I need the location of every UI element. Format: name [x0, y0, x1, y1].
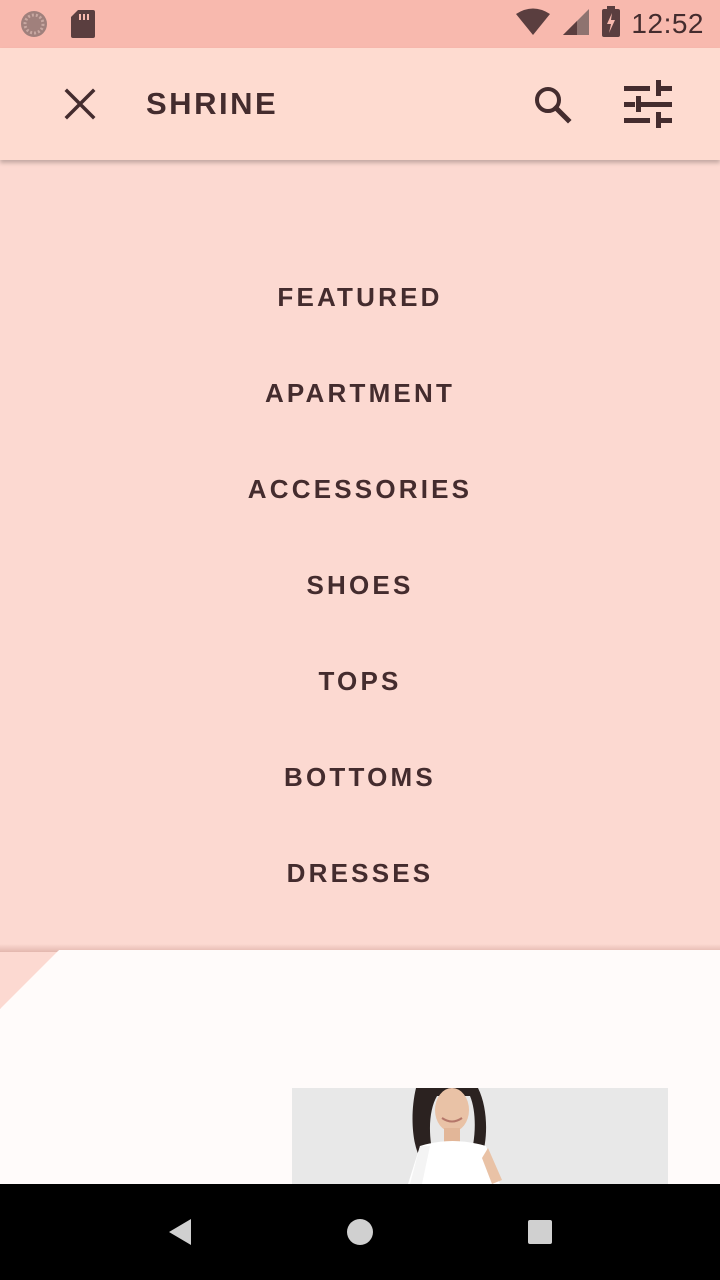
wifi-icon: [515, 8, 551, 41]
back-icon: [169, 1219, 191, 1245]
search-button[interactable]: [524, 76, 580, 132]
menu-item-apartment[interactable]: APARTMENT: [0, 373, 720, 413]
app-title: SHRINE: [146, 86, 279, 121]
system-nav-bar: [0, 1184, 720, 1280]
menu-item-bottoms[interactable]: BOTTOMS: [0, 757, 720, 797]
menu-item-shoes[interactable]: SHOES: [0, 565, 720, 605]
menu-item-featured[interactable]: FEATURED: [0, 277, 720, 317]
menu-item-tops[interactable]: TOPS: [0, 661, 720, 701]
recents-icon: [528, 1220, 552, 1244]
settings-notification-icon: [18, 8, 50, 45]
battery-charging-icon: [601, 5, 621, 43]
close-icon: [64, 88, 96, 120]
filter-button[interactable]: [616, 74, 680, 134]
home-icon: [347, 1219, 373, 1245]
status-left-icons: [18, 8, 96, 45]
menu-item-dresses[interactable]: DRESSES: [0, 853, 720, 893]
clock: 12:52: [631, 8, 704, 39]
status-right-icons: 12:52: [515, 0, 704, 48]
recents-button[interactable]: [512, 1204, 568, 1260]
status-bar: 12:52: [0, 0, 720, 48]
top-app-bar: SHRINE: [0, 48, 720, 160]
search-icon: [535, 87, 572, 124]
signal-icon: [561, 8, 591, 41]
menu-item-accessories[interactable]: ACCESSORIES: [0, 469, 720, 509]
sd-card-icon: [70, 9, 96, 44]
front-layer[interactable]: [0, 950, 720, 1184]
home-button[interactable]: [332, 1204, 388, 1260]
backdrop-menu: FEATURED APARTMENT ACCESSORIES SHOES TOP…: [0, 160, 720, 950]
close-button[interactable]: [52, 76, 108, 132]
model-photo: [292, 1088, 668, 1184]
back-button[interactable]: [152, 1204, 208, 1260]
tune-icon: [624, 80, 672, 128]
product-image[interactable]: [292, 1088, 668, 1184]
